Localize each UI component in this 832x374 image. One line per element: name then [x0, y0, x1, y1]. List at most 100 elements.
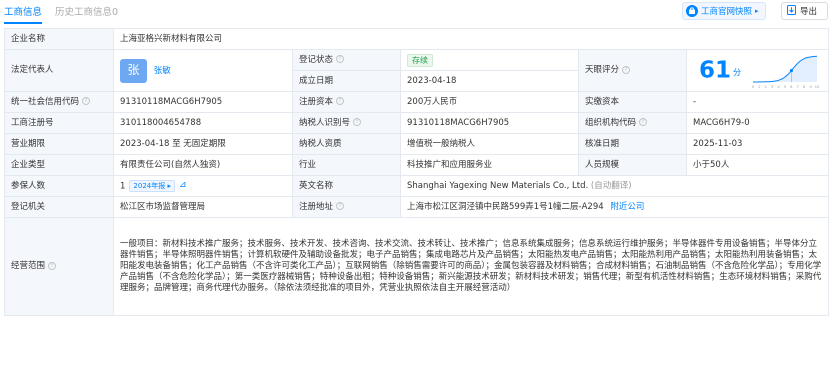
label-reg-address: 注册地址? — [292, 196, 401, 218]
score-tick-label: 4 — [777, 85, 780, 89]
approval-date: 2025-11-03 — [685, 133, 830, 155]
help-icon[interactable]: ? — [336, 55, 345, 63]
business-scope: 一般项目：新材料技术推广服务；技术服务、技术开发、技术咨询、技术交流、技术转让、… — [112, 217, 830, 316]
label-reg-number: 工商注册号 — [4, 112, 114, 134]
export-label: 导出 — [800, 7, 818, 17]
label-business-scope: 经营范围? — [4, 217, 114, 316]
score-tick-label: 5 — [784, 85, 786, 89]
label-tianyan-score-text: 天眼评分 — [585, 65, 620, 75]
score-tick-label: 10 — [814, 85, 818, 89]
table-row: 经营范围? 一般项目：新材料技术推广服务；技术服务、技术开发、技术咨询、技术交流… — [4, 217, 830, 316]
table-row: 登记机关 松江区市场监督管理局 注册地址? 上海市松江区洞泾镇中民路599弄1号… — [4, 196, 830, 218]
label-business-scope-text: 经营范围 — [11, 261, 46, 271]
business-info-table: 企业名称 上海亚格兴新材料有限公司 法定代表人 张 张敏 登记状态? 存续 天眼… — [4, 28, 830, 316]
score-tick-label: 9 — [809, 85, 811, 89]
label-company-name: 企业名称 — [4, 28, 114, 50]
label-english-name: 英文名称 — [292, 175, 401, 197]
score-tick-label: 6 — [790, 85, 792, 89]
insured-count: 1 — [120, 181, 126, 192]
legal-rep-link[interactable]: 张敏 — [154, 66, 171, 76]
label-org-code-text: 组织机构代码 — [585, 117, 637, 128]
reg-authority: 松江区市场监督管理局 — [113, 196, 293, 218]
tianyan-score-cell[interactable]: 61 分 0 1 2 3 4 5 6 7 8 9 10 — [685, 49, 830, 92]
label-credit-code-text: 统一社会信用代码 — [11, 96, 80, 107]
label-reg-status-text: 登记状态 — [299, 54, 334, 65]
taxpayer-qual: 增值税一般纳税人 — [400, 133, 579, 155]
chart-icon[interactable]: ⊿ — [179, 180, 187, 191]
score-tick-label: 0 — [752, 85, 754, 89]
company-name[interactable]: 上海亚格兴新材料有限公司 — [112, 28, 830, 50]
english-name: Shanghai Yagexing New Materials Co., Ltd… — [407, 180, 589, 191]
found-date: 2023-04-18 — [400, 70, 579, 92]
label-legal-rep: 法定代表人 — [4, 49, 114, 92]
help-icon[interactable]: ? — [336, 97, 345, 105]
reg-address-cell: 上海市松江区洞泾镇中民路599弄1号1幢二层-A294 附近公司 — [399, 196, 830, 218]
score-curve-area — [752, 55, 817, 82]
score-tick-label: 3 — [771, 85, 773, 89]
table-row: 统一社会信用代码? 91310118MACG6H7905 注册资本? 200万人… — [4, 91, 830, 113]
label-business-term: 营业期限 — [4, 133, 114, 155]
help-icon[interactable]: ? — [48, 261, 57, 270]
label-taxpayer-id: 纳税人识别号? — [292, 112, 401, 134]
help-icon[interactable]: ? — [622, 65, 631, 74]
score-tick-label: 8 — [803, 85, 805, 89]
score-tick-label: 2 — [764, 85, 766, 89]
label-insured: 参保人数 — [4, 175, 114, 197]
label-paid-capital: 实缴资本 — [578, 91, 687, 113]
reg-capital: 200万人民币 — [400, 91, 579, 113]
annual-report-badge[interactable]: 2024年报 ▸ — [129, 179, 175, 192]
label-taxpayer-qual: 纳税人资质 — [292, 133, 401, 155]
score-marker-point — [789, 68, 793, 72]
top-bar: 工商信息 历史工商信息0 工商官网快照 ▸ 导出 — [0, 0, 832, 26]
table-row: 工商注册号 310118004654788 纳税人识别号? 91310118MA… — [4, 112, 830, 134]
label-tianyan-score: 天眼评分? — [578, 49, 687, 92]
label-approval-date: 核准日期 — [578, 133, 687, 155]
score-value: 61 — [699, 57, 732, 83]
nearby-companies-link[interactable]: 附近公司 — [610, 202, 644, 212]
table-row: 企业类型 有限责任公司(自然人独资) 行业 科技推广和应用服务业 人员规模 小于… — [4, 154, 830, 176]
help-icon[interactable]: ? — [639, 118, 648, 126]
annual-report-year: 2024年报 — [133, 181, 166, 190]
bag-icon — [686, 5, 698, 17]
label-reg-authority: 登记机关 — [4, 196, 114, 218]
score-distribution-chart: 0 1 2 3 4 5 6 7 8 9 10 — [752, 55, 819, 89]
label-org-code: 组织机构代码? — [578, 112, 687, 134]
reg-status-cell: 存续 — [400, 49, 579, 71]
table-row: 法定代表人 张 张敏 登记状态? 存续 天眼评分? 61 分 012 34567 89… — [4, 49, 830, 92]
paid-capital: - — [685, 91, 830, 113]
business-term: 2023-04-18 至 无固定期限 — [113, 133, 293, 155]
score-unit: 分 — [733, 68, 742, 77]
reg-address: 上海市松江区洞泾镇中民路599弄1号1幢二层-A294 — [407, 201, 604, 212]
help-icon[interactable]: ? — [82, 97, 91, 105]
industry: 科技推广和应用服务业 — [400, 154, 579, 176]
table-row: 参保人数 1 2024年报 ▸ ⊿ 英文名称 Shanghai Yagexing N… — [4, 175, 830, 197]
label-reg-capital-text: 注册资本 — [299, 96, 334, 107]
label-reg-address-text: 注册地址 — [299, 201, 334, 212]
reg-number: 310118004654788 — [113, 112, 293, 134]
auto-translate-note: (自动翻译) — [590, 180, 632, 191]
export-icon — [787, 4, 796, 18]
legal-rep-cell: 张 张敏 — [113, 49, 293, 92]
avatar[interactable]: 张 — [120, 58, 147, 83]
table-row: 营业期限 2023-04-18 至 无固定期限 纳税人资质 增值税一般纳税人 核… — [4, 133, 830, 155]
english-name-cell: Shanghai Yagexing New Materials Co., Ltd… — [399, 175, 830, 197]
company-type: 有限责任公司(自然人独资) — [113, 154, 293, 176]
taxpayer-id: 91310118MACG6H7905 — [400, 112, 579, 134]
help-icon[interactable]: ? — [336, 202, 345, 210]
label-company-type: 企业类型 — [4, 154, 114, 176]
label-reg-status: 登记状态? — [292, 49, 401, 71]
tab-history-business-info[interactable]: 历史工商信息0 — [55, 4, 118, 18]
label-staff-size: 人员规模 — [578, 154, 687, 176]
label-industry: 行业 — [292, 154, 401, 176]
credit-code: 91310118MACG6H7905 — [113, 91, 293, 113]
help-icon[interactable]: ? — [353, 118, 362, 126]
insured-cell: 1 2024年报 ▸ ⊿ — [113, 175, 293, 197]
score-tick-label: 1 — [758, 85, 760, 89]
official-snapshot-label: 工商官网快照 — [701, 7, 753, 17]
status-badge: 存续 — [407, 53, 433, 67]
export-button[interactable]: 导出 — [781, 2, 828, 20]
tab-business-info[interactable]: 工商信息 — [4, 4, 43, 24]
official-snapshot-button[interactable]: 工商官网快照 ▸ — [682, 2, 766, 20]
staff-size: 小于50人 — [685, 154, 830, 176]
label-reg-capital: 注册资本? — [292, 91, 401, 113]
